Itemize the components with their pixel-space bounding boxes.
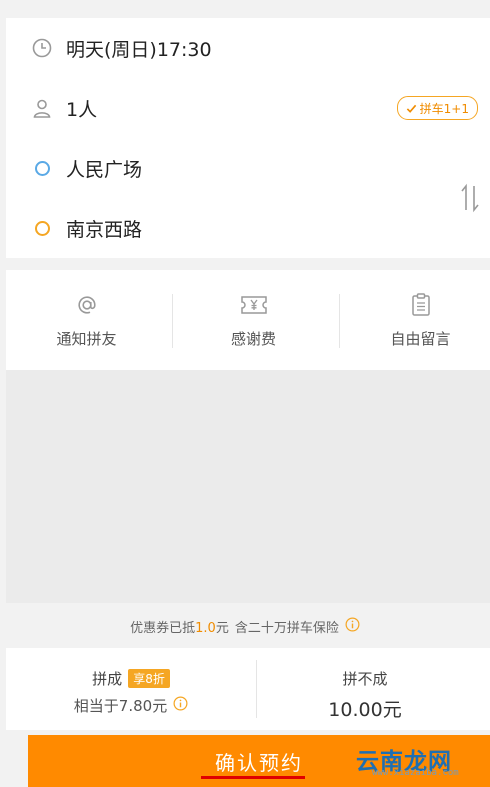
- coupon-amount: 1.0: [195, 621, 216, 636]
- carpool-badge-label: 拼车1+1: [419, 101, 469, 116]
- map-placeholder-area: [6, 370, 490, 603]
- insurance-text: 含二十万拼车保险: [234, 621, 339, 636]
- trip-info-card: 明天(周日)17:30 1人 拼车1+1 人民广场 南京西路: [6, 18, 490, 258]
- free-message-button[interactable]: 自由留言: [340, 270, 490, 370]
- equivalent-price: 相当于7.80元: [73, 697, 168, 715]
- info-icon[interactable]: [345, 617, 360, 636]
- clock-icon: [32, 38, 52, 58]
- notify-friend-button[interactable]: 通知拼友: [6, 270, 167, 370]
- notify-friend-label: 通知拼友: [56, 330, 117, 348]
- fail-label: 拼不成: [342, 670, 388, 688]
- free-message-label: 自由留言: [390, 330, 451, 348]
- destination-row[interactable]: 南京西路: [6, 198, 490, 258]
- action-bar: 通知拼友 感谢费 自由留言: [6, 270, 490, 370]
- clipboard-icon: [411, 292, 431, 318]
- discount-tag: 享8折: [128, 669, 170, 688]
- watermark-url: www.xiazaiba.com: [372, 768, 459, 778]
- origin-dot-icon: [32, 158, 52, 178]
- ticket-icon: [240, 292, 268, 318]
- departure-time-row[interactable]: 明天(周日)17:30: [6, 18, 490, 78]
- coupon-prefix: 优惠券已抵: [130, 621, 196, 636]
- red-underline-mark: [201, 776, 305, 779]
- at-sign-icon: [75, 292, 99, 318]
- thanks-fee-label: 感谢费: [230, 330, 276, 348]
- destination-location: 南京西路: [66, 218, 143, 241]
- info-icon[interactable]: [173, 696, 188, 715]
- departure-time: 明天(周日)17:30: [66, 38, 212, 61]
- price-panel: 拼成 享8折 相当于7.80元 拼不成 10.00元: [6, 648, 490, 730]
- origin-row[interactable]: 人民广场: [6, 138, 490, 198]
- carpool-fail-price: 拼不成 10.00元: [240, 648, 490, 730]
- person-icon: [32, 98, 52, 118]
- success-label: 拼成: [92, 670, 123, 688]
- passenger-row[interactable]: 1人 拼车1+1: [6, 78, 490, 138]
- destination-dot-icon: [32, 218, 52, 238]
- coupon-info: 优惠券已抵1.0元 含二十万拼车保险: [0, 617, 490, 636]
- carpool-success-price: 拼成 享8折 相当于7.80元: [6, 648, 256, 730]
- fail-price: 10.00元: [328, 699, 402, 721]
- thanks-fee-button[interactable]: 感谢费: [173, 270, 334, 370]
- passenger-count: 1人: [66, 98, 98, 121]
- carpool-badge[interactable]: 拼车1+1: [396, 96, 478, 120]
- coupon-unit: 元: [215, 621, 229, 636]
- check-icon: [406, 104, 416, 113]
- watermark-logo: 云南龙网 www.xiazaiba.com: [352, 742, 488, 782]
- swap-locations-icon[interactable]: [458, 182, 482, 214]
- origin-location: 人民广场: [66, 158, 143, 181]
